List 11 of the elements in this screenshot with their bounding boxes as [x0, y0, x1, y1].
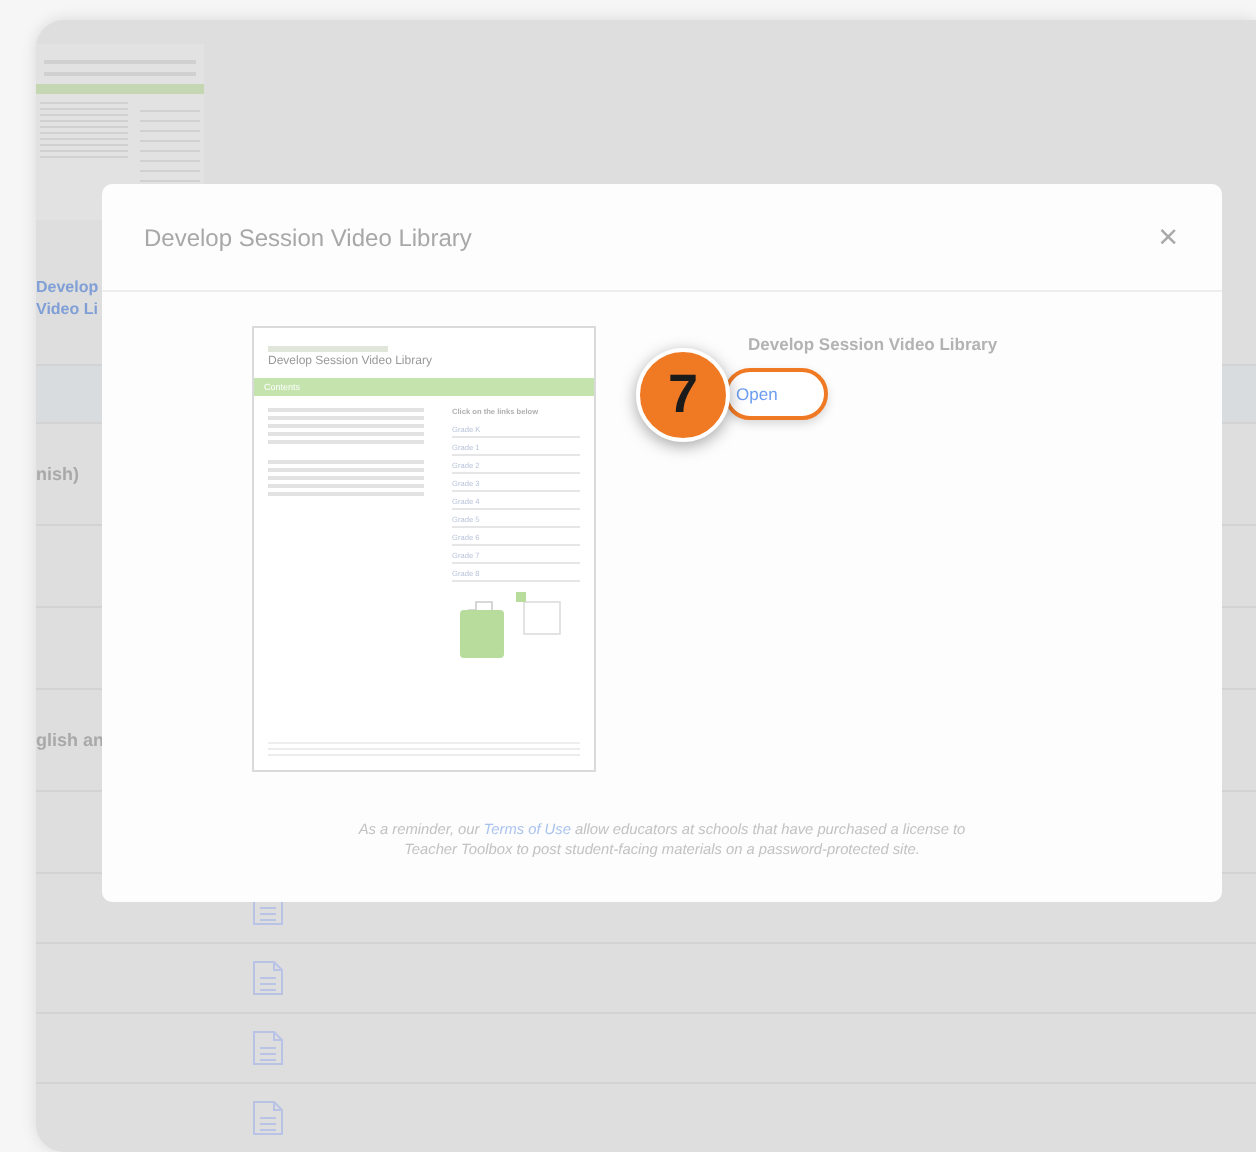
resource-link[interactable]: Develop — [36, 276, 99, 298]
resource-link[interactable]: Video Li — [36, 298, 98, 320]
document-icon[interactable] — [252, 960, 284, 996]
brand-line-drawing — [268, 346, 388, 352]
document-icon[interactable] — [252, 1030, 284, 1066]
item-title: Develop Session Video Library — [748, 334, 998, 354]
step-number-badge: 7 — [636, 348, 730, 442]
close-button[interactable]: × — [1154, 217, 1182, 257]
dialog-title: Develop Session Video Library — [144, 223, 472, 251]
document-icon[interactable] — [252, 1100, 284, 1136]
open-button[interactable]: Open — [724, 368, 828, 420]
